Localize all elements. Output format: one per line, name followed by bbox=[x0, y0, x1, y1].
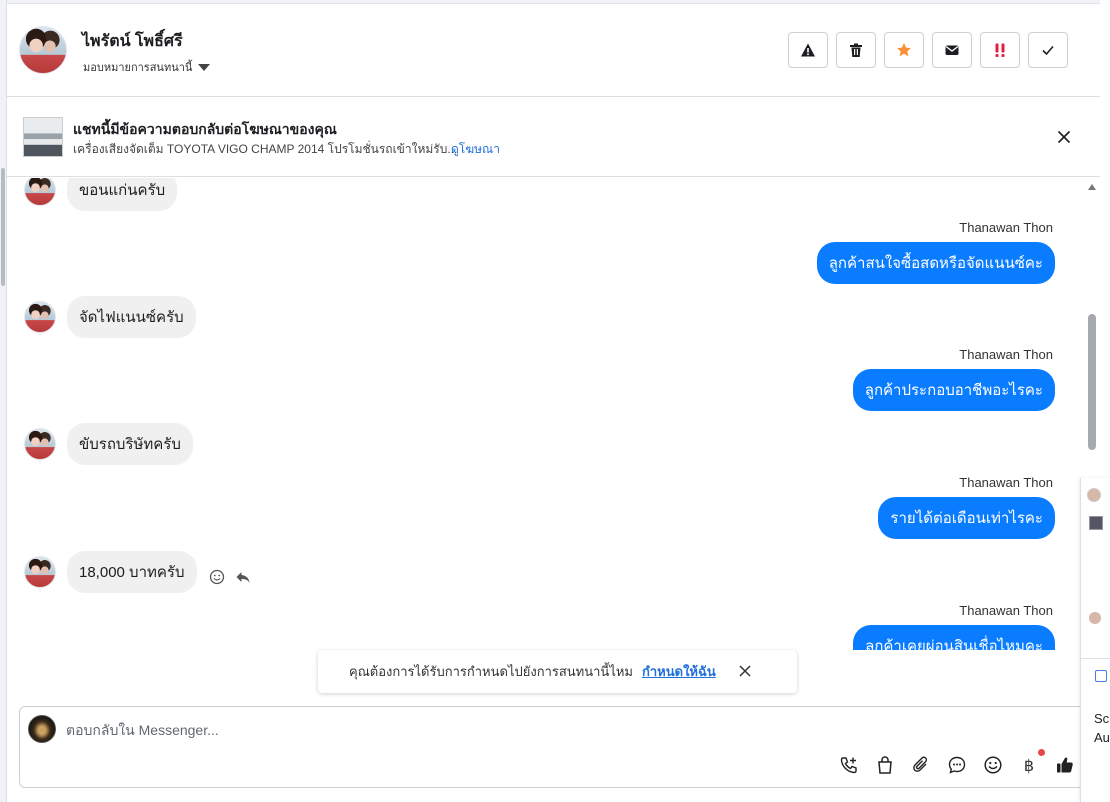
shopping-bag-icon[interactable] bbox=[875, 755, 895, 775]
check-icon bbox=[1042, 45, 1054, 56]
notification-dot bbox=[1038, 749, 1045, 756]
side-panel-text-2: Au bbox=[1094, 730, 1110, 745]
right-side-panel bbox=[1080, 478, 1110, 802]
envelope-icon bbox=[945, 45, 959, 55]
side-panel-avatar[interactable] bbox=[1087, 488, 1101, 502]
react-emoji-icon[interactable] bbox=[209, 569, 225, 585]
close-icon bbox=[1057, 130, 1071, 144]
incoming-bubble[interactable]: ขอนแก่นครับ bbox=[67, 178, 178, 211]
assign-conversation-dropdown[interactable]: มอบหมายการสนทนานี้ bbox=[83, 58, 211, 76]
sender-avatar[interactable] bbox=[24, 178, 56, 206]
message-hover-actions bbox=[209, 569, 251, 585]
mark-done-button[interactable] bbox=[1028, 32, 1068, 68]
assign-label: มอบหมายการสนทนานี้ bbox=[83, 62, 193, 74]
mark-unread-button[interactable] bbox=[932, 32, 972, 68]
ad-description: เครื่องเสียงจัดเต็ม TOYOTA VIGO CHAMP 20… bbox=[73, 142, 458, 156]
close-icon bbox=[739, 664, 751, 677]
incoming-bubble[interactable]: 18,000 บาทครับ bbox=[67, 551, 197, 593]
outgoing-bubble[interactable]: ลูกค้าเคยผ่อนสินเชื่อไหมคะ bbox=[853, 625, 1055, 650]
outgoing-bubble[interactable]: รายได้ต่อเดือนเท่าไรคะ bbox=[878, 497, 1055, 539]
conversation-header: ไพรัตน์ โพธิ์ศรี มอบหมายการสนทนานี้ bbox=[7, 4, 1100, 97]
incoming-message: จัดไฟแนนซ์ครับ bbox=[24, 296, 196, 338]
phone-plus-icon[interactable] bbox=[839, 755, 859, 775]
side-panel-thumbnail[interactable] bbox=[1089, 516, 1103, 530]
emoji-icon[interactable] bbox=[983, 755, 1003, 775]
left-scrollbar-thumb[interactable] bbox=[1, 168, 5, 286]
incoming-message: ขอนแก่นครับ bbox=[24, 178, 178, 211]
assign-to-me-link[interactable]: กำหนดให้ฉัน bbox=[642, 661, 716, 682]
message-scrollbar-thumb[interactable] bbox=[1088, 314, 1096, 450]
reply-input[interactable] bbox=[66, 719, 966, 741]
warning-icon bbox=[801, 43, 815, 57]
sender-name: Thanawan Thon bbox=[959, 347, 1053, 362]
page-avatar bbox=[28, 715, 56, 743]
outgoing-bubble[interactable]: ลูกค้าประกอบอาชีพอะไรคะ bbox=[852, 369, 1055, 411]
delete-button[interactable] bbox=[836, 32, 876, 68]
assign-prompt-toast: คุณต้องการได้รับการกำหนดไปยังการสนทนานี้… bbox=[318, 650, 797, 693]
message-composer: ฿ bbox=[19, 706, 1084, 788]
left-scrollbar[interactable] bbox=[0, 0, 7, 802]
spam-button[interactable] bbox=[788, 32, 828, 68]
caret-down-icon bbox=[198, 63, 211, 71]
header-actions bbox=[788, 32, 1068, 68]
assign-prompt-text: คุณต้องการได้รับการกำหนดไปยังการสนทนานี้… bbox=[349, 664, 633, 679]
view-ad-link[interactable]: ดูโฆษณา bbox=[451, 140, 500, 159]
ad-thumbnail[interactable] bbox=[23, 117, 63, 157]
contact-avatar[interactable] bbox=[19, 26, 67, 74]
message-thread[interactable]: ขอนแก่นครับ Thanawan Thon ลูกค้าสนใจซื้อ… bbox=[7, 178, 1080, 650]
star-icon bbox=[897, 43, 911, 57]
contact-name[interactable]: ไพรัตน์ โพธิ์ศรี bbox=[82, 29, 183, 54]
ad-banner-title: แชทนี้มีข้อความตอบกลับต่อโฆษณาของคุณ bbox=[73, 121, 337, 137]
trash-icon bbox=[850, 43, 862, 57]
paperclip-icon[interactable] bbox=[911, 755, 931, 775]
scroll-up-arrow-icon[interactable] bbox=[1088, 184, 1096, 190]
incoming-bubble[interactable]: จัดไฟแนนซ์ครับ bbox=[67, 296, 196, 338]
side-panel-avatar-small[interactable] bbox=[1089, 612, 1101, 624]
incoming-message: 18,000 บาทครับ bbox=[24, 551, 251, 593]
sender-avatar[interactable] bbox=[24, 556, 56, 588]
outgoing-bubble[interactable]: ลูกค้าสนใจซื้อสดหรือจัดแนนซ์คะ bbox=[816, 242, 1055, 284]
reply-arrow-icon[interactable] bbox=[235, 569, 251, 585]
incoming-message: ขับรถบริษัทครับ bbox=[24, 423, 193, 465]
incoming-bubble[interactable]: ขับรถบริษัทครับ bbox=[67, 423, 193, 465]
chat-bubble-icon[interactable] bbox=[947, 755, 967, 775]
ad-reply-banner: แชทนี้มีข้อความตอบกลับต่อโฆษณาของคุณ เคร… bbox=[7, 97, 1100, 177]
baht-icon[interactable]: ฿ bbox=[1019, 749, 1045, 775]
sender-name: Thanawan Thon bbox=[959, 603, 1053, 618]
sender-avatar[interactable] bbox=[24, 428, 56, 460]
ad-banner-close-button[interactable] bbox=[1054, 127, 1074, 147]
baht-symbol: ฿ bbox=[1023, 755, 1035, 775]
composer-toolbar: ฿ bbox=[839, 749, 1075, 775]
messenger-inbox: ไพรัตน์ โพธิ์ศรี มอบหมายการสนทนานี้ แชทน… bbox=[0, 0, 1110, 802]
double-exclamation-icon bbox=[995, 43, 1005, 57]
sender-avatar[interactable] bbox=[24, 301, 56, 333]
follow-up-button[interactable] bbox=[980, 32, 1020, 68]
sender-name: Thanawan Thon bbox=[959, 220, 1053, 235]
star-button[interactable] bbox=[884, 32, 924, 68]
sender-name: Thanawan Thon bbox=[959, 475, 1053, 490]
toast-close-button[interactable] bbox=[738, 664, 754, 680]
thumbs-up-icon[interactable] bbox=[1055, 755, 1075, 775]
side-panel-text-1: Sc bbox=[1094, 711, 1110, 726]
side-panel-icon bbox=[1095, 670, 1107, 682]
